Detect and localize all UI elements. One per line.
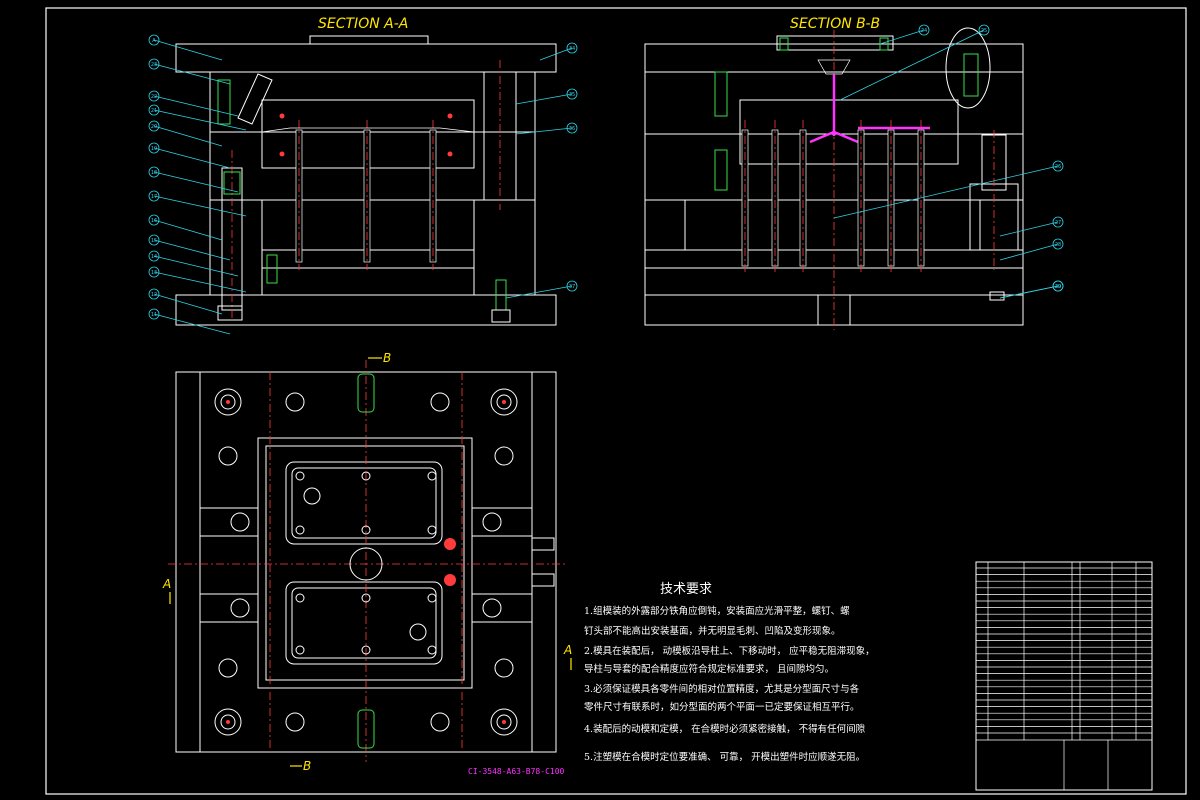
- mold-drawing: SECTION A-A SECTION B-B B B A A 技术要求 1.组…: [45, 7, 1187, 795]
- svg-text:A: A: [152, 38, 156, 44]
- requirement-line-4: 导柱与导套的配合精度应符合规定标准要求， 且间隙均匀。: [584, 663, 834, 675]
- balloons-left-group: A 23 22 21 20 19 18 17 16 15 14 13 12 11 34 35 36 37: [148, 34, 578, 335]
- section-bb-title: SECTION B-B: [790, 16, 880, 32]
- svg-text:30: 30: [1055, 284, 1061, 290]
- svg-text:20: 20: [151, 124, 157, 130]
- section-mark-a-left: A: [162, 577, 171, 591]
- requirement-line-5: 3.必须保证模具各零件间的相对位置精度，尤其是分型面尺寸与各: [584, 683, 860, 695]
- svg-text:15: 15: [151, 238, 157, 244]
- title-block: [975, 561, 1153, 791]
- svg-text:19: 19: [151, 146, 157, 152]
- technical-requirements: 技术要求 1.组模装的外露部分铁角应倒钝，安装面应光滑平整，螺钉、螺 钉头部不能…: [584, 582, 875, 763]
- requirement-line-7: 4.装配后的动模和定模， 在合模时必须紧密接触， 不得有任何间隙: [584, 723, 866, 735]
- svg-text:34: 34: [569, 46, 575, 52]
- balloon-right-4: 27: [999, 216, 1064, 237]
- svg-text:37: 37: [569, 284, 575, 290]
- svg-text:14: 14: [151, 254, 157, 260]
- svg-text:23: 23: [151, 62, 157, 68]
- svg-text:16: 16: [151, 218, 157, 224]
- svg-text:26: 26: [1055, 164, 1061, 170]
- svg-text:28: 28: [1055, 242, 1061, 248]
- section-bb-view: SECTION B-B: [644, 16, 1024, 330]
- balloon-right-3: 26: [833, 160, 1064, 219]
- drawing-code: CI-3548-A63-B78-C100: [468, 767, 565, 776]
- requirement-line-8: 5.注塑模在合模时定位要准确、 可靠， 开模出塑件时应顺遂无阻。: [584, 751, 865, 763]
- requirement-line-6: 零件尺寸有联系时，如分型面的两个平面一已定要保证相互平行。: [584, 701, 860, 713]
- svg-text:24: 24: [921, 28, 927, 34]
- balloon-left-8: 17: [148, 190, 247, 217]
- section-mark-b-top: B: [383, 351, 391, 365]
- svg-text:22: 22: [151, 94, 157, 100]
- svg-text:21: 21: [151, 108, 157, 114]
- balloon-left-9: 16: [148, 214, 223, 241]
- section-aa-title: SECTION A-A: [318, 16, 408, 32]
- balloons-right-group: 24 252627282930: [833, 24, 1064, 299]
- svg-text:18: 18: [151, 170, 157, 176]
- plan-view: B B A A: [162, 351, 572, 773]
- balloon-left-4: 21: [148, 104, 247, 131]
- section-mark-a-right: A: [563, 643, 572, 657]
- balloon-right-1: 24: [879, 24, 930, 45]
- balloon-left-13: 12: [148, 288, 223, 315]
- balloon-mid-2: 35: [515, 88, 578, 105]
- svg-text:13: 13: [151, 270, 157, 276]
- svg-text:36: 36: [569, 126, 575, 132]
- section-aa-view: SECTION A-A: [175, 16, 557, 326]
- balloon-left-12: 13: [148, 266, 247, 293]
- requirements-heading: 技术要求: [660, 582, 712, 597]
- svg-text:27: 27: [1055, 220, 1061, 226]
- balloon-mid-1: 34: [539, 42, 578, 61]
- requirement-line-1: 1.组模装的外露部分铁角应倒钝，安装面应光滑平整，螺钉、螺: [584, 605, 850, 617]
- balloon-left-5: 20: [148, 120, 223, 147]
- requirement-line-2: 钉头部不能高出安装基面，并无明显毛刺、凹陷及变形现象。: [584, 625, 841, 637]
- svg-text:12: 12: [151, 292, 157, 298]
- balloon-left-11: 14: [148, 250, 239, 277]
- svg-text:35: 35: [569, 92, 575, 98]
- section-mark-b-bottom: B: [303, 759, 311, 773]
- requirement-line-3: 2.模具在装配后， 动模板沿导柱上、下移动时， 应平稳无阻滞现象，: [584, 645, 875, 657]
- balloon-left-7: 18: [148, 166, 239, 193]
- balloon-left-3: 22: [148, 90, 239, 117]
- svg-text:17: 17: [151, 194, 157, 200]
- svg-text:25: 25: [981, 28, 987, 34]
- drawing-border: [45, 7, 1187, 795]
- svg-text:11: 11: [151, 312, 157, 318]
- balloon-left-6: 19: [148, 142, 231, 169]
- balloon-left-1: A: [148, 34, 223, 61]
